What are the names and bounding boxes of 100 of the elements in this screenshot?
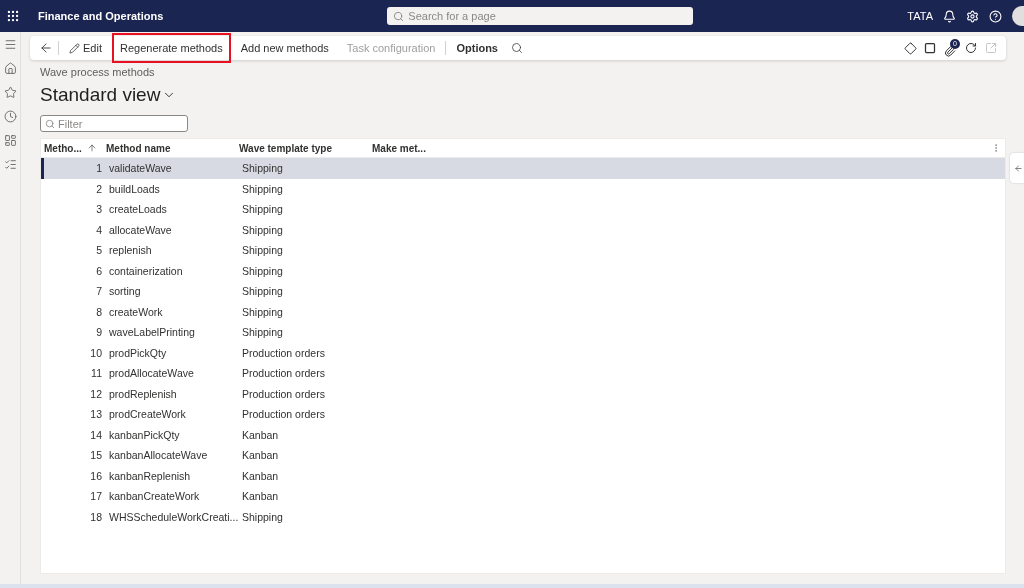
table-row[interactable]: 13 prodCreateWork Production orders — [41, 404, 1005, 425]
table-cell-text: createLoads — [108, 203, 168, 216]
table-row[interactable]: 17 kanbanCreateWork Kanban — [41, 486, 1005, 507]
diamond-icon[interactable] — [902, 42, 919, 54]
avatar[interactable] — [1012, 6, 1024, 26]
table-cell-text: Shipping — [241, 203, 284, 216]
table-cell-text: Shipping — [241, 326, 284, 339]
table-cell-text: replenish — [108, 244, 153, 257]
table-cell-text: 13 — [89, 408, 103, 421]
table-row[interactable]: 2 buildLoads Shipping — [41, 178, 1005, 199]
menu-icon[interactable] — [3, 38, 17, 51]
table-cell-text: 2 — [95, 182, 103, 195]
table-cell-text: 11 — [90, 367, 103, 380]
table-cell-text: Kanban — [241, 449, 280, 462]
table-row[interactable]: 14 kanbanPickQty Kanban — [41, 424, 1005, 445]
table-cell-text: prodPickQty — [108, 346, 168, 359]
action-button[interactable]: Edit — [61, 37, 110, 59]
list-icon[interactable] — [3, 158, 17, 171]
table-cell-text: kanbanPickQty — [108, 428, 181, 441]
table-cell-text: buildLoads — [108, 182, 161, 195]
star-icon[interactable] — [3, 86, 17, 99]
table-cell-text: sorting — [108, 285, 142, 298]
help-icon[interactable] — [989, 9, 1002, 23]
clock-icon[interactable] — [3, 110, 17, 123]
search-icon — [393, 10, 405, 22]
table-cell-text: Shipping — [241, 285, 284, 298]
table-cell-text: 10 — [89, 346, 103, 359]
table-row[interactable]: 3 createLoads Shipping — [41, 199, 1005, 220]
table-cell-text: containerization — [108, 264, 184, 277]
table-row[interactable]: 9 waveLabelPrinting Shipping — [41, 322, 1005, 343]
table-cell-text: Production orders — [241, 387, 326, 400]
table-cell-text: kanbanAllocateWave — [108, 449, 209, 462]
table-cell-text: 8 — [95, 305, 103, 318]
table-row[interactable]: 18 WHSScheduleWorkCreati... Shipping — [41, 506, 1005, 527]
table-cell-text: 15 — [89, 449, 103, 462]
search-icon — [45, 118, 55, 129]
sort-arrow-icon — [87, 143, 97, 153]
table-cell-text: prodCreateWork — [108, 408, 187, 421]
table-cell-text: kanbanCreateWork — [108, 490, 201, 503]
table-cell-text: 9 — [95, 326, 103, 339]
table-cell-text: 3 — [95, 203, 103, 216]
table-cell-text: Shipping — [241, 264, 284, 277]
table-cell-text: prodAllocateWave — [108, 367, 195, 380]
table-cell-text: Shipping — [241, 223, 284, 236]
table-cell-text: 16 — [89, 469, 103, 482]
table-cell-text: 1 — [95, 162, 103, 175]
table-cell-text: Kanban — [241, 428, 280, 441]
app-launcher-icon[interactable] — [6, 9, 20, 23]
arrow-left-icon — [1013, 163, 1023, 173]
table-cell-text: 14 — [89, 428, 103, 441]
column-header[interactable]: Method name — [103, 142, 236, 154]
table-row[interactable]: 8 createWork Shipping — [41, 301, 1005, 322]
workspace-icon[interactable] — [3, 134, 17, 147]
table-cell-text: Shipping — [241, 510, 284, 523]
settings-icon[interactable] — [966, 9, 979, 23]
table-cell-text: Kanban — [241, 490, 280, 503]
table-cell-text: waveLabelPrinting — [108, 326, 196, 339]
column-header[interactable]: Wave template type — [236, 142, 369, 154]
table-row[interactable]: 5 replenish Shipping — [41, 240, 1005, 261]
company-label[interactable]: TATA — [907, 10, 933, 22]
table-row[interactable]: 1 validateWave Shipping — [41, 158, 1005, 179]
table-cell-text: allocateWave — [108, 223, 173, 236]
table-cell-text: 17 — [89, 490, 103, 503]
table-row[interactable]: 11 prodAllocateWave Production orders — [41, 363, 1005, 384]
table-cell-text: Production orders — [241, 346, 326, 359]
table-row[interactable]: 16 kanbanReplenish Kanban — [41, 465, 1005, 486]
table-cell-text: Shipping — [241, 305, 284, 318]
table-row[interactable]: 10 prodPickQty Production orders — [41, 342, 1005, 363]
table-cell-text: 7 — [95, 285, 103, 298]
table-row[interactable]: 12 prodReplenish Production orders — [41, 383, 1005, 404]
table-cell-text: prodReplenish — [108, 387, 178, 400]
table-cell-text: Shipping — [241, 244, 284, 257]
table-cell-text: Shipping — [241, 162, 284, 175]
action-button[interactable]: Regenerate methods — [111, 33, 231, 63]
view-selector[interactable]: Standard view — [40, 84, 177, 106]
filter-field[interactable]: Filter — [40, 115, 188, 132]
pencil-icon — [69, 42, 80, 54]
table-cell-text: WHSScheduleWorkCreati... — [108, 510, 239, 523]
table-cell-text: 12 — [89, 387, 103, 400]
table-row[interactable]: 7 sorting Shipping — [41, 281, 1005, 302]
table-cell-text: 18 — [89, 510, 103, 523]
bell-icon[interactable] — [943, 9, 956, 23]
table-row[interactable]: 4 allocateWave Shipping — [41, 219, 1005, 240]
table-cell-text: 6 — [95, 264, 103, 277]
home-icon[interactable] — [3, 62, 17, 75]
page-caption: Wave process methods — [40, 66, 156, 78]
table-row[interactable]: 15 kanbanAllocateWave Kanban — [41, 445, 1005, 466]
action-button[interactable]: Options — [448, 37, 506, 59]
table-cell-text: Production orders — [241, 367, 326, 380]
table-cell-text: Production orders — [241, 408, 326, 421]
table-cell-text: validateWave — [108, 162, 173, 175]
column-header[interactable]: Metho... — [41, 142, 103, 154]
column-header[interactable]: Make met... — [369, 142, 991, 154]
table-cell-text: createWork — [108, 305, 164, 318]
table-cell-text: kanbanReplenish — [108, 469, 192, 482]
action-button[interactable]: Add new methods — [232, 37, 337, 59]
table-row[interactable]: 6 containerization Shipping — [41, 260, 1005, 281]
table-cell-text: Shipping — [241, 182, 284, 195]
app-title: Finance and Operations — [38, 10, 164, 22]
table-cell-text: Kanban — [241, 469, 280, 482]
